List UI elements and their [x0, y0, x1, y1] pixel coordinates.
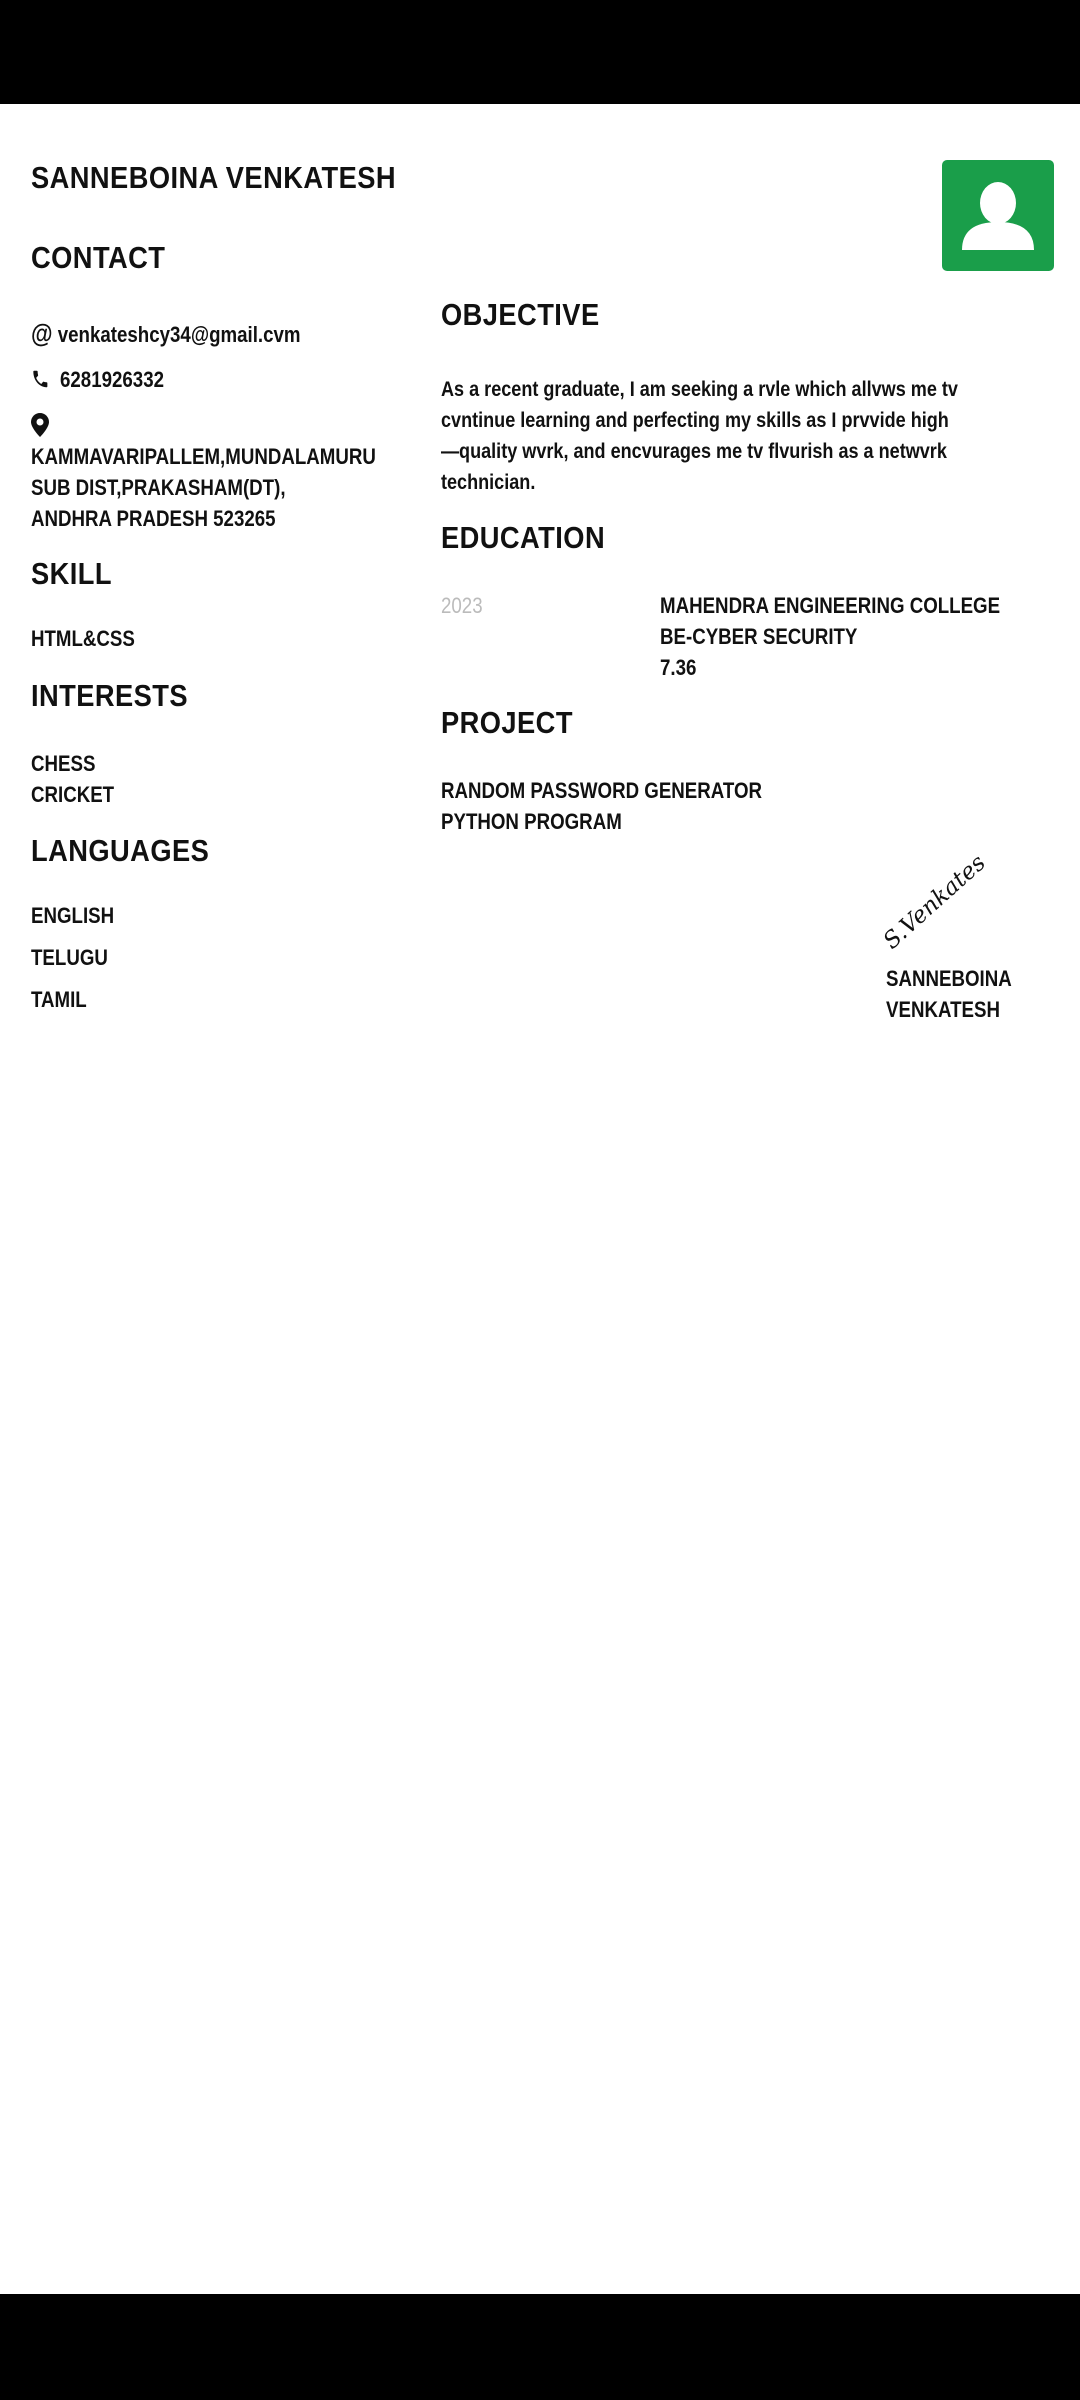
- interests-list: CHESS CRICKET: [31, 748, 114, 810]
- skill-item: HTML&CSS: [31, 626, 135, 651]
- navigation-bar: [0, 2294, 1080, 2400]
- profile-photo-placeholder[interactable]: [942, 160, 1054, 271]
- email-row: @ venkateshcy34@gmail.cvm: [31, 318, 301, 349]
- score: 7.36: [660, 655, 697, 680]
- person-icon: [962, 182, 1034, 250]
- project-list: RANDOM PASSWORD GENERATOR PYTHON PROGRAM: [441, 775, 762, 837]
- location-pin-icon: [31, 413, 49, 437]
- interests-heading: INTERESTS: [31, 678, 189, 713]
- college-name: MAHENDRA ENGINEERING COLLEGE: [660, 593, 1001, 618]
- signature-image: S.Venkates: [880, 850, 991, 954]
- skill-heading: SKILL: [31, 556, 113, 591]
- address: KAMMAVARIPALLEM,MUNDALAMURU SUB DIST,PRA…: [31, 441, 376, 534]
- language-item: TELUGU: [31, 945, 108, 970]
- objective-heading: OBJECTIVE: [441, 297, 600, 332]
- signature-name-line: VENKATESH: [886, 997, 1000, 1022]
- status-bar: [0, 0, 1080, 104]
- phone-row: 6281926332: [31, 367, 164, 393]
- language-item: TAMIL: [31, 987, 87, 1012]
- signature-script: S.Venkates: [880, 850, 991, 954]
- degree: BE-CYBER SECURITY: [660, 624, 858, 649]
- signature-name: SANNEBOINA VENKATESH: [886, 963, 1012, 1025]
- at-icon: @: [31, 318, 53, 348]
- language-item: ENGLISH: [31, 903, 115, 928]
- contact-heading: CONTACT: [31, 240, 166, 275]
- address-line: KAMMAVARIPALLEM,MUNDALAMURU: [31, 444, 376, 469]
- project-heading: PROJECT: [441, 705, 573, 740]
- address-line: SUB DIST,PRAKASHAM(DT),: [31, 475, 286, 500]
- phone-icon: [33, 370, 48, 388]
- education-details: MAHENDRA ENGINEERING COLLEGE BE-CYBER SE…: [660, 590, 1000, 683]
- signature-name-line: SANNEBOINA: [886, 966, 1012, 991]
- interest-item: CRICKET: [31, 782, 115, 807]
- education-year: 2023: [441, 593, 483, 618]
- address-line: ANDHRA PRADESH 523265: [31, 506, 276, 531]
- project-item: RANDOM PASSWORD GENERATOR: [441, 778, 763, 803]
- languages-heading: LANGUAGES: [31, 833, 210, 868]
- phone-text[interactable]: 6281926332: [60, 367, 164, 392]
- interest-item: CHESS: [31, 751, 96, 776]
- resume-name: SANNEBOINA VENKATESH: [31, 160, 396, 195]
- education-heading: EDUCATION: [441, 520, 606, 555]
- project-item: PYTHON PROGRAM: [441, 809, 622, 834]
- email-text[interactable]: venkateshcy34@gmail.cvm: [58, 322, 301, 347]
- objective-text: As a recent graduate, I am seeking a rvl…: [441, 378, 958, 494]
